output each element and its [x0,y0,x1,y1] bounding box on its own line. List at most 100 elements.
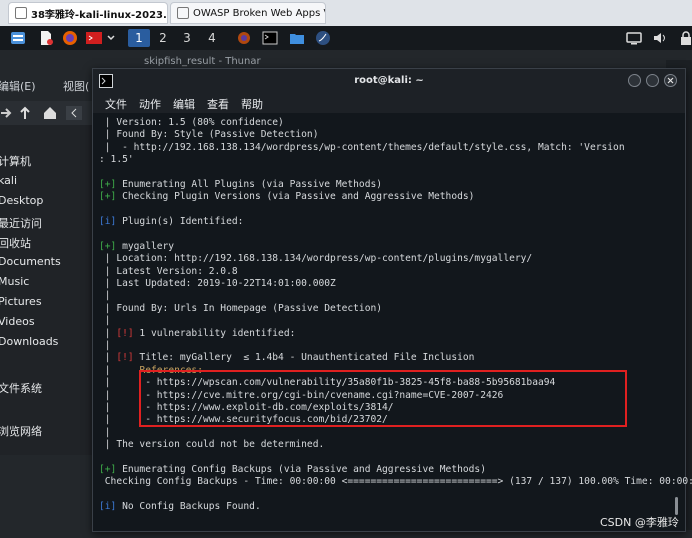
terminal-text-segment: | [99,315,111,327]
terminal-scrollbar[interactable] [675,497,678,515]
terminal-text-segment: | [99,340,111,352]
sidebar-item-pictures[interactable]: Pictures [0,295,42,308]
sidebar-item-desktop[interactable]: Desktop [0,194,43,207]
menu-view[interactable]: 查看 [207,96,229,112]
terminal-text-segment: [!] [116,352,134,364]
tab-label: 38李雅玲-kali-linux-2023.... [31,9,168,21]
workspace-1[interactable]: 1 [128,29,150,47]
terminal-text-segment: Plugin(s) Identified: [116,216,244,228]
browser-tab-kali[interactable]: 38李雅玲-kali-linux-2023.... × [8,2,168,24]
kali-dragon-icon[interactable] [315,30,331,46]
terminal-text-segment: mygallery [116,240,175,252]
terminal-line: [+] Enumerating Config Backups (via Pass… [99,464,679,476]
terminal-line: | Found By: Style (Passive Detection) [99,129,679,141]
terminal-text-segment: [+] [99,240,117,252]
firefox-icon[interactable] [236,30,252,46]
terminal-text-segment: | Latest Version: 2.0.8 [99,265,238,277]
browser-tab-owasp[interactable]: OWASP Broken Web Apps VM... × [170,2,326,24]
sidebar-item-videos[interactable]: Videos [0,315,35,328]
maximize-button[interactable] [646,74,659,87]
firefox-icon[interactable] [62,30,78,46]
sidebar-item-computer[interactable]: 计算机 [0,153,31,169]
menu-file[interactable]: 文件 [105,96,127,112]
terminal-line: | - http://192.168.138.134/wordpress/wp-… [99,142,679,154]
menu-edit[interactable]: 编辑 [173,96,195,112]
terminal-text-segment: | The version could not be determined. [99,439,325,451]
home-icon[interactable] [42,105,58,125]
terminal-text-segment: | [99,364,140,376]
workspace-4[interactable]: 4 [201,29,223,47]
terminal-text-segment: 1 vulnerability identified: [133,327,296,339]
document-icon[interactable] [38,30,54,46]
terminal-line: | Last Updated: 2019-10-22T14:01:00.000Z [99,278,679,290]
tab-label: OWASP Broken Web Apps VM... [193,7,325,19]
sidebar-item-kali[interactable]: kali [0,174,17,187]
menu-edit[interactable]: 编辑(E) [0,78,58,94]
sidebar-item-recent[interactable]: 最近访问 [0,215,42,231]
terminal-text-segment: Enumerating Config Backups (via Passive … [116,463,486,475]
terminal-red-icon[interactable] [86,30,102,46]
display-icon[interactable] [626,30,642,46]
forward-arrow-icon[interactable] [0,105,12,125]
file-manager-toolbar [0,101,95,125]
terminal-line: | [99,427,679,439]
sidebar-item-filesystem[interactable]: 文件系统 [0,380,42,396]
terminal-text-segment: | Found By: Urls In Homepage (Passive De… [99,302,383,314]
references-highlight-box [139,370,627,427]
file-manager-sidebar: 计算机 kali Desktop 最近访问 回收站 Documents Musi… [0,125,95,455]
workspace-3[interactable]: 3 [176,29,198,47]
menu-actions[interactable]: 动作 [139,96,161,112]
sidebar-item-trash[interactable]: 回收站 [0,235,31,251]
terminal-line: [+] Enumerating All Plugins (via Passive… [99,179,679,191]
lock-icon[interactable] [678,30,692,46]
browser-tab-bar: 38李雅玲-kali-linux-2023.... × OWASP Broken… [0,0,692,27]
terminal-text-segment: [i] [99,501,117,513]
path-back-icon[interactable] [66,105,82,125]
workspace-2[interactable]: 2 [152,29,174,47]
terminal-title: root@kali: ~ [354,75,424,86]
sidebar-item-network[interactable]: 浏览网络 [0,423,42,439]
sidebar-item-documents[interactable]: Documents [0,255,61,268]
up-arrow-icon[interactable] [18,105,32,125]
terminal-output[interactable]: | Version: 1.5 (80% confidence) | Found … [99,117,692,529]
minimize-button[interactable] [628,74,641,87]
sidebar-item-music[interactable]: Music [0,275,29,288]
terminal-text-segment: | - http://192.168.138.134/wordpress/wp-… [99,141,625,153]
chevron-down-icon[interactable] [106,30,116,46]
terminal-text-segment: | [99,426,111,438]
menu-help[interactable]: 帮助 [241,96,263,112]
folder-icon[interactable] [289,30,305,46]
terminal-window[interactable]: root@kali: ~ 文件 动作 编辑 查看 帮助 | Version: 1… [92,68,692,532]
terminal-text-segment: [+] [99,463,117,475]
terminal-text-segment: [!] [116,327,134,339]
terminal-line: [+] Checking Plugin Versions (via Passiv… [99,191,679,203]
terminal-line: | Location: http://192.168.138.134/wordp… [99,253,679,265]
terminal-line: | Found By: Urls In Homepage (Passive De… [99,303,679,315]
terminal-text-segment: No Config Backups Found. [116,501,261,513]
close-button[interactable] [664,74,677,87]
terminal-text-segment: Checking Config Backups - Time: 00:00:00… [99,476,692,488]
top-panel: 1 2 3 4 [0,26,692,50]
volume-icon[interactable] [652,30,668,46]
terminal-text-segment: [+] [99,178,117,190]
terminal-text-segment: Title: myGallery ≤ 1.4b4 - Unauthenticat… [133,352,475,364]
sidebar-item-downloads[interactable]: Downloads [0,335,58,348]
terminal-line: [+] mygallery [99,241,679,253]
terminal-text-segment: : 1.5' [99,154,134,166]
terminal-icon[interactable] [262,30,278,46]
terminal-titlebar[interactable]: root@kali: ~ [93,69,685,93]
app-menu-icon[interactable] [10,30,26,46]
terminal-text-segment: | Found By: Style (Passive Detection) [99,129,319,141]
terminal-line: | Latest Version: 2.0.8 [99,266,679,278]
terminal-text-segment: [i] [99,216,117,228]
terminal-line: | [99,290,679,302]
terminal-text-segment: | Location: http://192.168.138.134/wordp… [99,253,533,265]
terminal-text-segment: Checking Plugin Versions (via Passive an… [116,191,475,203]
terminal-text-segment: | Last Updated: 2019-10-22T14:01:00.000Z [99,278,336,290]
terminal-text-segment: | [99,352,117,364]
